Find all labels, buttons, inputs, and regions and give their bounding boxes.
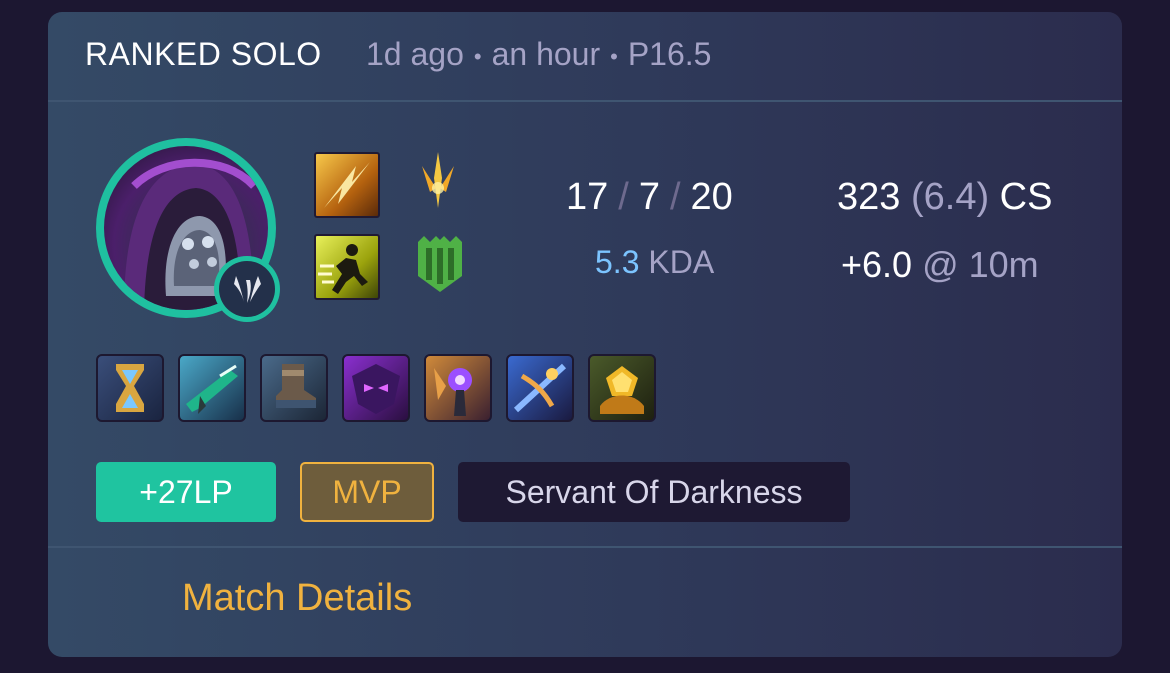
patch-version: P16.5 [627, 36, 712, 72]
kills: 17 [566, 176, 609, 218]
item-rifle-icon [186, 364, 238, 414]
summoner-spell-flash-icon [324, 162, 370, 208]
item-slot-1[interactable] [96, 354, 164, 422]
item-shadow-mask-icon [352, 364, 400, 414]
match-meta: 1d ago • an hour • P16.5 [366, 36, 711, 73]
time-ago: 1d ago [366, 36, 464, 72]
kda-label: KDA [648, 244, 715, 280]
item-hourglass-icon [116, 364, 144, 412]
cs-per-min: (6.4) [910, 176, 990, 218]
meta-separator: • [473, 43, 482, 69]
role-badge [214, 256, 280, 322]
kda-line: 17/7/20 [566, 176, 733, 219]
kda-ratio: 5.3 KDA [595, 244, 714, 281]
item-slot-3[interactable] [260, 354, 328, 422]
item-crossbow-icon [513, 363, 567, 413]
mvp-badge: MVP [300, 462, 434, 522]
cs-diff: +6.0 [841, 244, 913, 285]
assists: 20 [690, 176, 733, 218]
item-slot-5[interactable] [424, 354, 492, 422]
cs-label: CS [999, 176, 1053, 218]
rune-secondary-resolve-icon [418, 236, 462, 292]
kda-separator: / [618, 176, 629, 218]
footer-divider [48, 546, 1122, 548]
rune-keystone[interactable] [408, 148, 468, 212]
item-void-staff-icon [434, 368, 472, 416]
cs-diff-line: +6.0 @ 10m [841, 244, 1039, 286]
item-slot-7[interactable] [588, 354, 656, 422]
cs-line: 323 (6.4) CS [837, 176, 1052, 219]
match-header: RANKED SOLO 1d ago • an hour • P16.5 [48, 12, 1122, 102]
kda-value: 5.3 [595, 244, 640, 280]
rune-keystone-lethal-tempo-icon [422, 152, 454, 208]
cs-diff-at: @ 10m [922, 244, 1039, 285]
summoner-spell-2[interactable] [314, 234, 380, 300]
rune-secondary[interactable] [410, 232, 470, 296]
match-details-link[interactable]: Match Details [182, 577, 412, 620]
meta-separator: • [610, 43, 618, 69]
item-slot-4[interactable] [342, 354, 410, 422]
lp-gain-badge: +27LP [96, 462, 276, 522]
kda-separator: / [669, 176, 681, 218]
item-golden-trinket-icon [600, 366, 644, 414]
item-slot-2[interactable] [178, 354, 246, 422]
item-slot-6[interactable] [506, 354, 574, 422]
queue-type: RANKED SOLO [85, 36, 322, 72]
summoner-spell-1[interactable] [314, 152, 380, 218]
title-badge: Servant Of Darkness [458, 462, 850, 522]
cs-total: 323 [837, 176, 901, 218]
match-card: RANKED SOLO 1d ago • an hour • P16.5 17 … [48, 12, 1122, 657]
deaths: 7 [638, 176, 660, 218]
jungle-role-icon [219, 261, 275, 317]
summoner-spell-ghost-icon [318, 244, 368, 294]
item-boots-icon [276, 364, 316, 408]
match-duration: an hour [491, 36, 601, 72]
